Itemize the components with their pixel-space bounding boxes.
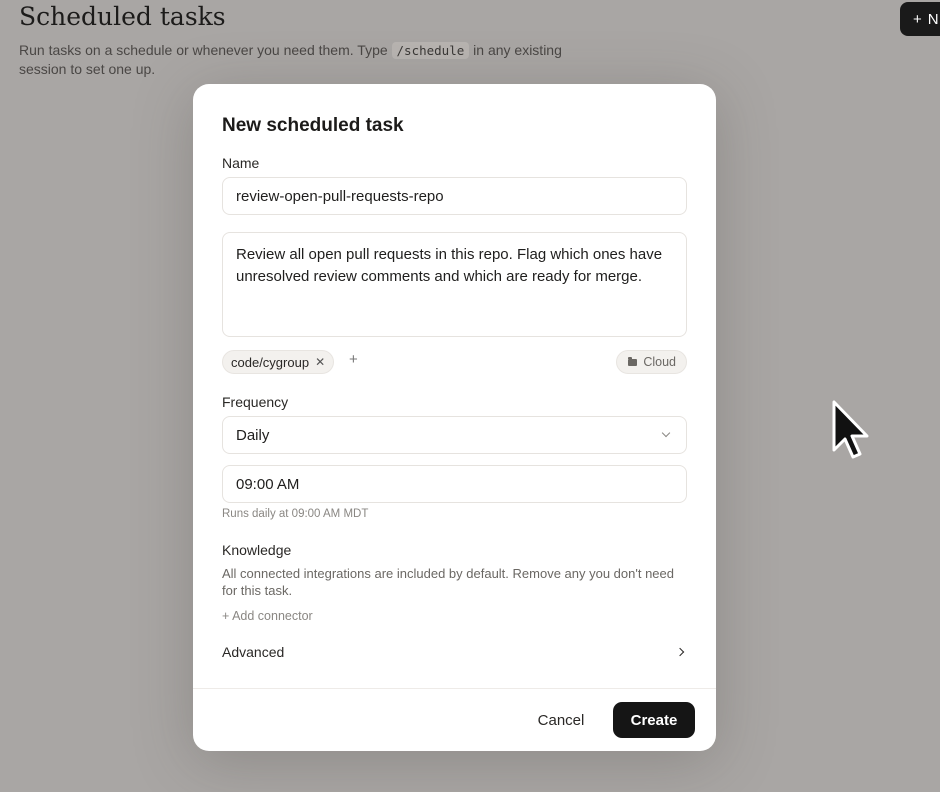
new-scheduled-task-dialog: New scheduled task Name review-open-pull… <box>193 84 716 751</box>
advanced-toggle[interactable]: Advanced <box>222 642 687 662</box>
knowledge-description: All connected integrations are included … <box>222 566 674 598</box>
frequency-label: Frequency <box>222 394 289 410</box>
new-task-button-label: N <box>927 10 939 28</box>
plus-icon: + <box>913 10 922 28</box>
repo-chip[interactable]: code/cygroup ✕ <box>222 350 335 374</box>
folder-icon <box>628 356 638 366</box>
new-task-button[interactable]: + N <box>900 2 940 36</box>
footer-divider <box>193 688 716 689</box>
mouse-cursor-icon <box>832 400 869 459</box>
repo-chip-label: code/cygroup <box>231 354 310 370</box>
prompt-textarea[interactable]: Review all open pull requests in this re… <box>222 232 687 337</box>
add-icon[interactable]: + <box>349 351 358 368</box>
schedule-hint: Runs daily at 09:00 AM MDT <box>222 508 369 520</box>
frequency-value: Daily <box>236 426 270 444</box>
context-chips-row: code/cygroup ✕ + Cloud <box>222 350 687 374</box>
knowledge-label: Knowledge <box>222 542 292 558</box>
page-subtitle: Run tasks on a schedule or whenever you … <box>19 41 579 78</box>
schedule-command-code: /schedule <box>391 42 470 59</box>
create-button[interactable]: Create <box>613 702 695 738</box>
environment-chip-label: Cloud <box>643 355 676 369</box>
page-title: Scheduled tasks <box>19 2 226 31</box>
time-input[interactable]: 09:00 AM <box>222 465 687 503</box>
chevron-down-icon <box>661 428 671 438</box>
chevron-right-icon <box>675 647 685 657</box>
close-icon[interactable]: ✕ <box>315 355 325 369</box>
environment-chip[interactable]: Cloud <box>616 350 687 374</box>
frequency-select[interactable]: Daily <box>222 416 687 454</box>
add-connector-link[interactable]: + Add connector <box>222 609 313 623</box>
dialog-title: New scheduled task <box>222 115 404 136</box>
cancel-button[interactable]: Cancel <box>527 702 595 738</box>
name-label: Name <box>222 155 260 171</box>
name-input[interactable]: review-open-pull-requests-repo <box>222 177 687 215</box>
subtitle-text-before: Run tasks on a schedule or whenever you … <box>19 42 388 58</box>
advanced-label: Advanced <box>222 644 285 660</box>
